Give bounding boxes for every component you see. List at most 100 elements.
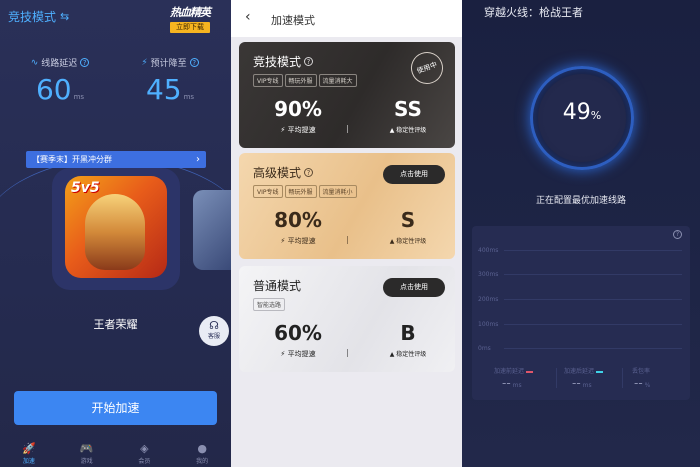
tab-accelerate[interactable]: 🚀 加速: [9, 442, 49, 467]
legend-label: 加速前延迟: [494, 368, 525, 375]
speedup-value: 80%: [274, 208, 322, 232]
legend-swatch: [526, 370, 534, 373]
latency-chart: ? 400ms 300ms 200ms 100ms 0ms 加速前延迟 -- ms…: [472, 226, 690, 400]
tab-label: 游戏: [80, 458, 93, 465]
mode-tag: 智能选路: [253, 298, 286, 311]
bolt-icon: ⚡: [141, 57, 148, 68]
mode-card-normal[interactable]: 普通模式 智能选路 点击使用 60% B ⚡ 平均提速 ▲ 稳定性评级: [239, 266, 455, 372]
chevron-right-icon: ›: [196, 154, 200, 165]
mode-name: 竞技模式: [253, 55, 302, 69]
grid-line: [504, 348, 682, 349]
use-mode-button[interactable]: 点击使用: [383, 165, 445, 184]
progress-panel: 穿越火线：枪战王者 49% 正在配置最优加速线路 ? 400ms 300ms 2…: [462, 0, 700, 467]
gem-icon: ◈: [140, 442, 149, 455]
promo-download-button[interactable]: 立即下载: [170, 22, 210, 33]
warning-icon: ▲: [389, 351, 395, 358]
help-icon[interactable]: ?: [304, 57, 314, 66]
after-value: --: [572, 376, 581, 390]
help-icon[interactable]: ?: [189, 58, 199, 67]
grade-label: 稳定性评级: [396, 238, 427, 245]
after-unit: ms: [582, 382, 592, 389]
y-tick: 400ms: [478, 247, 499, 254]
customer-service-button[interactable]: ☊ 客服: [199, 316, 229, 346]
mode-panel: ‹ 加速模式 竞技模式 ? VIP专线 畅玩外服 流量消耗大 使用中 90% S…: [231, 0, 462, 467]
grid-line: [504, 250, 682, 251]
legend-before: 加速前延迟: [494, 366, 534, 375]
speedup-label: 平均提速: [287, 237, 316, 245]
tab-label: 会员: [138, 458, 151, 465]
loss-value: --: [634, 376, 643, 390]
mode-name: 高级模式: [253, 166, 302, 180]
tab-mine[interactable]: ● 我的: [182, 442, 222, 467]
tab-games[interactable]: 🎮 游戏: [67, 442, 107, 467]
mode-name: 普通模式: [253, 279, 302, 293]
speedup-value: 60%: [274, 321, 322, 345]
speedup-label: 平均提速: [287, 126, 316, 134]
selected-game-card[interactable]: 5v5: [52, 168, 180, 290]
grid-line: [504, 324, 682, 325]
y-tick: 100ms: [478, 321, 499, 328]
banner-text: 【赛季末】开黑冲分群: [32, 155, 112, 164]
user-icon: ●: [197, 442, 207, 455]
mode-card-advanced[interactable]: 高级模式 ? VIP专线 畅玩外服 流量消耗小 点击使用 80% S ⚡ 平均提…: [239, 153, 455, 259]
before-value: --: [502, 376, 511, 390]
progress-unit: %: [590, 109, 602, 122]
divider: [556, 368, 557, 388]
before-unit: ms: [512, 382, 522, 389]
kefu-label: 客服: [207, 333, 220, 340]
mode-title: 竞技模式: [8, 10, 57, 24]
divider: [622, 368, 623, 388]
swap-icon: ⇆: [60, 10, 70, 23]
expected-value: 45: [145, 73, 182, 106]
game-title: 穿越火线：枪战王者: [484, 6, 583, 19]
warning-icon: ▲: [389, 127, 395, 134]
stability-grade: B: [400, 321, 416, 345]
promo-banner[interactable]: 热血精英 立即下载: [159, 4, 221, 38]
tab-vip[interactable]: ◈ 会员: [124, 442, 164, 467]
legend-after: 加速后延迟: [564, 366, 604, 375]
progress-value-wrap: 49%: [530, 100, 634, 125]
latency-value: 60: [35, 73, 72, 106]
y-tick: 200ms: [478, 296, 499, 303]
after-value-wrap: -- ms: [572, 376, 592, 390]
mode-tag: 畅玩外服: [284, 74, 317, 87]
mode-card-competitive[interactable]: 竞技模式 ? VIP专线 畅玩外服 流量消耗大 使用中 90% SS ⚡ 平均提…: [239, 42, 455, 148]
headset-icon: ☊: [209, 319, 219, 332]
grid-line: [504, 274, 682, 275]
legend-swatch: [596, 370, 604, 373]
mode-tag: VIP专线: [253, 74, 283, 87]
expected-unit: ms: [183, 93, 195, 101]
legend-label: 加速后延迟: [564, 368, 595, 375]
stability-grade: S: [400, 208, 416, 232]
rocket-icon: 🚀: [22, 442, 36, 455]
tab-label: 加速: [22, 458, 35, 465]
status-text: 正在配置最优加速线路: [535, 196, 626, 206]
mode-tag: 流量消耗大: [318, 74, 357, 87]
help-icon[interactable]: ?: [673, 230, 682, 239]
next-game-thumb[interactable]: [193, 190, 231, 270]
help-icon[interactable]: ?: [80, 58, 90, 67]
start-accelerate-button[interactable]: 开始加速: [14, 391, 217, 425]
tab-label: 我的: [196, 458, 209, 465]
back-icon[interactable]: ‹: [245, 9, 251, 25]
grid-line: [504, 299, 682, 300]
use-mode-button[interactable]: 点击使用: [383, 278, 445, 297]
loss-unit: %: [644, 382, 651, 389]
promo-title: 热血精英: [170, 6, 211, 19]
mode-switch[interactable]: 竞技模式 ⇆: [8, 8, 69, 25]
speedup-value: 90%: [274, 97, 322, 121]
group-banner[interactable]: 【赛季末】开黑冲分群 ›: [26, 151, 206, 168]
progress-value: 49: [562, 100, 591, 125]
header: ‹ 加速模式: [231, 0, 462, 37]
grade-label: 稳定性评级: [396, 127, 427, 134]
game-badge: 5v5: [71, 180, 100, 196]
before-value-wrap: -- ms: [502, 376, 522, 390]
mode-tag: VIP专线: [253, 185, 283, 198]
help-icon[interactable]: ?: [304, 168, 314, 177]
stability-grade: SS: [394, 97, 422, 121]
divider: [347, 236, 348, 244]
bottom-tabbar: 🚀 加速 🎮 游戏 ◈ 会员 ● 我的: [0, 442, 231, 467]
latency-stat: ∿ 线路延迟 ? 60 ms: [20, 56, 100, 106]
page-title: 加速模式: [271, 14, 315, 27]
mode-tag: 畅玩外服: [284, 185, 317, 198]
